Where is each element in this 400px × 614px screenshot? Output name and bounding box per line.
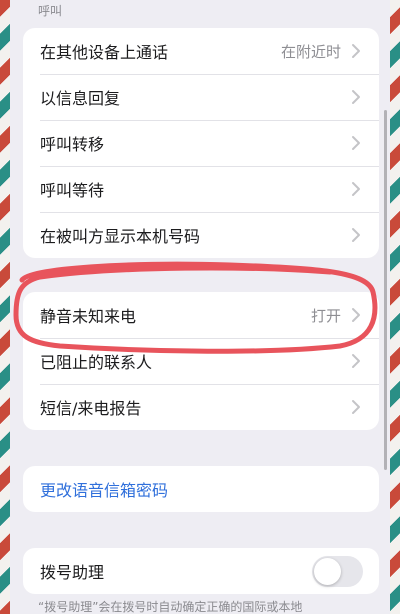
scrollbar[interactable] [384,110,387,470]
row-blocked-contacts[interactable]: 已阻止的联系人 [23,338,379,384]
row-label: 在被叫方显示本机号码 [40,227,201,246]
row-label: 以信息回复 [40,89,121,108]
row-label: 在其他设备上通话 [40,43,169,62]
row-call-waiting[interactable]: 呼叫等待 [23,166,379,212]
blocking-group: 静音未知来电 打开 已阻止的联系人 短信/来电报告 [23,292,379,430]
row-show-caller-id[interactable]: 在被叫方显示本机号码 [23,212,379,258]
row-calls-other-devices[interactable]: 在其他设备上通话 在附近时 [23,28,379,74]
row-label: 呼叫等待 [40,181,105,200]
row-value: 打开 [310,306,341,325]
chevron-right-icon [351,89,361,105]
chevron-right-icon [351,135,361,151]
row-dial-assist: 拨号助理 [23,548,379,594]
row-label: 静音未知来电 [40,307,137,326]
chevron-right-icon [351,181,361,197]
row-respond-with-text[interactable]: 以信息回复 [23,74,379,120]
dial-assist-group: 拨号助理 [23,548,379,594]
chevron-right-icon [351,399,361,415]
row-silence-unknown-callers[interactable]: 静音未知来电 打开 [23,292,379,338]
change-voicemail-password-link[interactable]: 更改语音信箱密码 [23,466,379,512]
link-label: 更改语音信箱密码 [40,481,169,500]
toggle-knob [314,558,341,585]
row-label: 短信/来电报告 [40,399,142,418]
section-header: 呼叫 [38,4,63,18]
chevron-right-icon [351,227,361,243]
row-label: 已阻止的联系人 [40,353,153,372]
dial-assist-footnote: “拨号助理”会在拨号时自动确定正确的国际或本地 [38,600,303,614]
chevron-right-icon [351,43,361,59]
row-sms-call-reporting[interactable]: 短信/来电报告 [23,384,379,430]
row-label: 呼叫转移 [40,135,105,154]
settings-screen: 呼叫 在其他设备上通话 在附近时 以信息回复 呼叫转移 呼叫等待 在被叫方显示本… [10,0,390,614]
chevron-right-icon [351,353,361,369]
voicemail-group: 更改语音信箱密码 [23,466,379,512]
calls-group: 在其他设备上通话 在附近时 以信息回复 呼叫转移 呼叫等待 在被叫方显示本机号码 [23,28,379,258]
row-call-forwarding[interactable]: 呼叫转移 [23,120,379,166]
row-value: 在附近时 [280,42,341,61]
chevron-right-icon [351,307,361,323]
dial-assist-toggle[interactable] [312,556,363,587]
